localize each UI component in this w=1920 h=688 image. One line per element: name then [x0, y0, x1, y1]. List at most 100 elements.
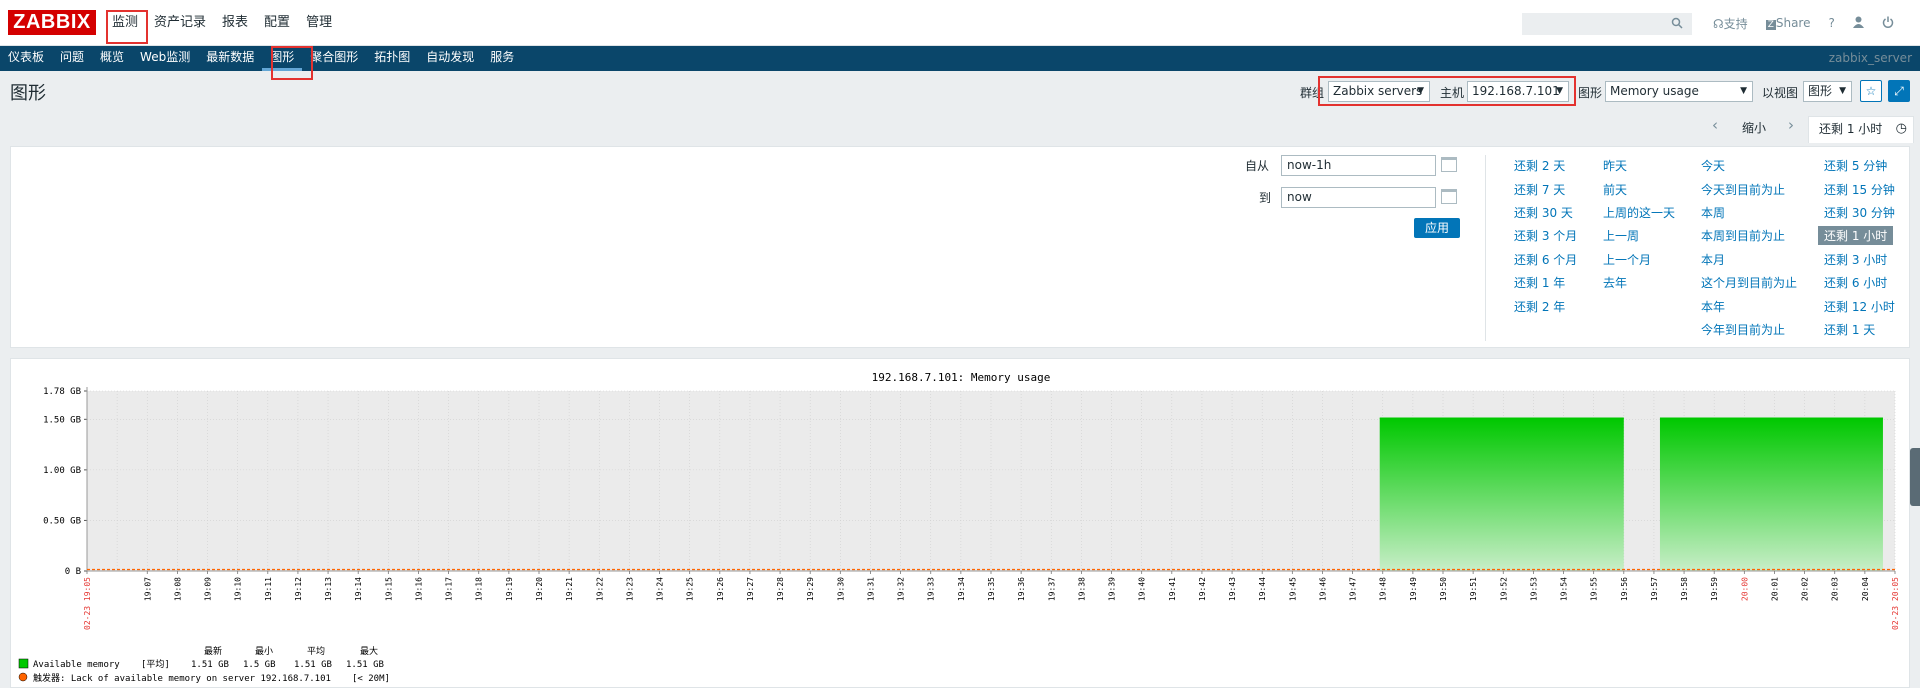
quick-range-link[interactable]: 还剩 2 天: [1514, 157, 1565, 174]
legend-series-func: [平均]: [141, 658, 170, 670]
chart-title: 192.168.7.101: Memory usage: [872, 371, 1051, 384]
divider: [1485, 155, 1486, 341]
quick-range-link[interactable]: 还剩 3 小时: [1824, 251, 1887, 268]
main-menu-item-administration[interactable]: 管理: [298, 0, 340, 46]
quick-range-link[interactable]: 前天: [1603, 181, 1627, 198]
calendar-icon[interactable]: [1441, 189, 1457, 204]
search-icon[interactable]: [1671, 17, 1685, 31]
share-link[interactable]: Z Share: [1765, 16, 1811, 30]
main-menu-item-monitoring[interactable]: 监测: [104, 0, 146, 46]
sub-menu-item-discovery[interactable]: 自动发现: [418, 46, 482, 71]
y-tick-label: 1.78 GB: [43, 387, 81, 397]
host-label: 主机: [1440, 86, 1465, 100]
quick-range-link[interactable]: 本月: [1701, 251, 1725, 268]
sub-menu-item-latest-data[interactable]: 最新数据: [198, 46, 262, 71]
time-filter-panel: 自从 now-1h 到 now 应用 还剩 2 天 还剩 7 天 还剩 30 天…: [10, 146, 1910, 348]
x-tick-label: 19:13: [324, 577, 333, 601]
sub-menu-item-services[interactable]: 服务: [482, 46, 522, 71]
sub-menu-item-screens[interactable]: 聚合图形: [302, 46, 366, 71]
legend-header-min: 最小: [255, 646, 273, 657]
quick-range-link[interactable]: 昨天: [1603, 157, 1627, 174]
sub-menu-item-overview[interactable]: 概览: [92, 46, 132, 71]
x-tick-label: 19:35: [987, 577, 996, 601]
x-tick-label: 19:16: [414, 577, 423, 601]
quick-range-link[interactable]: 还剩 30 分钟: [1824, 204, 1895, 221]
fullscreen-button[interactable]: ⤢: [1888, 80, 1910, 102]
x-tick-label: 19:15: [384, 577, 393, 601]
quick-range-link[interactable]: 还剩 30 天: [1514, 204, 1573, 221]
fullscreen-icon: ⤢: [1894, 84, 1904, 98]
quick-range-link[interactable]: 还剩 5 分钟: [1824, 157, 1887, 174]
x-tick-label: 19:42: [1198, 577, 1207, 601]
help-link[interactable]: ?: [1829, 16, 1835, 30]
y-tick-label: 0 B: [65, 567, 81, 577]
group-label: 群组: [1300, 86, 1325, 100]
time-period-tab[interactable]: 还剩 1 小时 ◷: [1808, 116, 1914, 143]
quick-range-link[interactable]: 还剩 2 年: [1514, 298, 1565, 315]
quick-range-link[interactable]: 上周的这一天: [1603, 204, 1675, 221]
quick-range-link[interactable]: 还剩 1 天: [1824, 321, 1875, 338]
to-input[interactable]: now: [1281, 187, 1436, 208]
side-scroll-handle[interactable]: [1910, 448, 1920, 506]
sub-menu-item-graphs[interactable]: 图形: [262, 46, 303, 71]
calendar-icon[interactable]: [1441, 157, 1457, 172]
star-icon: ☆: [1865, 84, 1877, 98]
quick-range-link[interactable]: 上一个月: [1603, 251, 1651, 268]
x-tick-label: 20:03: [1831, 577, 1840, 601]
quick-range-link[interactable]: 还剩 6 小时: [1824, 274, 1887, 291]
quick-range-link[interactable]: 这个月到目前为止: [1701, 274, 1797, 291]
x-tick-label: 19:46: [1318, 577, 1327, 601]
apply-button[interactable]: 应用: [1414, 218, 1460, 238]
quick-range-link[interactable]: 还剩 6 个月: [1514, 251, 1577, 268]
quick-range-link[interactable]: 还剩 15 分钟: [1824, 181, 1895, 198]
quick-range-link[interactable]: 去年: [1603, 274, 1627, 291]
quick-range-link[interactable]: 还剩 7 天: [1514, 181, 1565, 198]
support-link[interactable]: ☊支持: [1713, 15, 1748, 32]
timeline-controls: ‹ 缩小 › 还剩 1 小时 ◷: [0, 113, 1920, 143]
quick-range-link[interactable]: 今天: [1701, 157, 1725, 174]
series-area-available-memory: [1379, 418, 1624, 571]
quick-range-link[interactable]: 还剩 12 小时: [1824, 298, 1895, 315]
quick-range-link[interactable]: 今年到目前为止: [1701, 321, 1785, 338]
sub-menu-item-dashboard[interactable]: 仪表板: [0, 46, 52, 71]
x-tick-label: 19:33: [927, 577, 936, 601]
zoom-out-button[interactable]: 缩小: [1742, 119, 1766, 136]
logout-icon[interactable]: [1882, 16, 1894, 31]
zabbix-logo[interactable]: ZABBIX: [8, 10, 96, 35]
search-input[interactable]: [1522, 13, 1692, 35]
sub-menu-item-maps[interactable]: 拓扑图: [366, 46, 418, 71]
x-tick-label: 19:31: [866, 577, 875, 601]
from-input[interactable]: now-1h: [1281, 155, 1436, 176]
add-to-favorites-button[interactable]: ☆: [1860, 80, 1882, 102]
time-forward-icon[interactable]: ›: [1788, 116, 1794, 134]
graph-select[interactable]: Memory usage ▼: [1605, 81, 1753, 102]
quick-range-link[interactable]: 今天到目前为止: [1701, 181, 1785, 198]
main-menu-item-inventory[interactable]: 资产记录: [146, 0, 214, 46]
quick-range-link[interactable]: 本年: [1701, 298, 1725, 315]
time-back-icon[interactable]: ‹: [1712, 116, 1718, 134]
group-select[interactable]: Zabbix servers ▼: [1328, 81, 1430, 102]
y-tick-label: 0.50 GB: [43, 516, 81, 526]
quick-range-link[interactable]: 上一周: [1603, 227, 1639, 244]
quick-range-link[interactable]: 本周: [1701, 204, 1725, 221]
view-select[interactable]: 图形 ▼: [1803, 81, 1852, 102]
host-select[interactable]: 192.168.7.101 ▼: [1467, 81, 1569, 102]
x-tick-label: 19:27: [746, 577, 755, 601]
quick-range-link[interactable]: 还剩 1 年: [1514, 274, 1565, 291]
memory-usage-chart[interactable]: 192.168.7.101: Memory usage 1.78 GB 1.50 …: [11, 359, 1909, 687]
sub-menu-item-web[interactable]: Web监测: [132, 46, 198, 71]
x-tick-label: 19:56: [1620, 577, 1629, 601]
x-tick-label: 19:12: [294, 577, 303, 601]
quick-range-link[interactable]: 本周到目前为止: [1701, 227, 1785, 244]
x-tick-label: 19:53: [1529, 577, 1538, 601]
quick-range-link[interactable]: 还剩 3 个月: [1514, 227, 1577, 244]
user-profile-icon[interactable]: [1852, 16, 1864, 31]
dropdown-arrow-icon: ▼: [1740, 86, 1747, 96]
main-menu-item-configuration[interactable]: 配置: [256, 0, 298, 46]
x-tick-label: 19:38: [1077, 577, 1086, 601]
x-tick-label: 19:19: [505, 577, 514, 601]
clock-icon: ◷: [1895, 121, 1907, 136]
main-menu-item-reports[interactable]: 报表: [214, 0, 256, 46]
quick-range-link-selected[interactable]: 还剩 1 小时: [1818, 226, 1894, 245]
sub-menu-item-problems[interactable]: 问题: [52, 46, 92, 71]
